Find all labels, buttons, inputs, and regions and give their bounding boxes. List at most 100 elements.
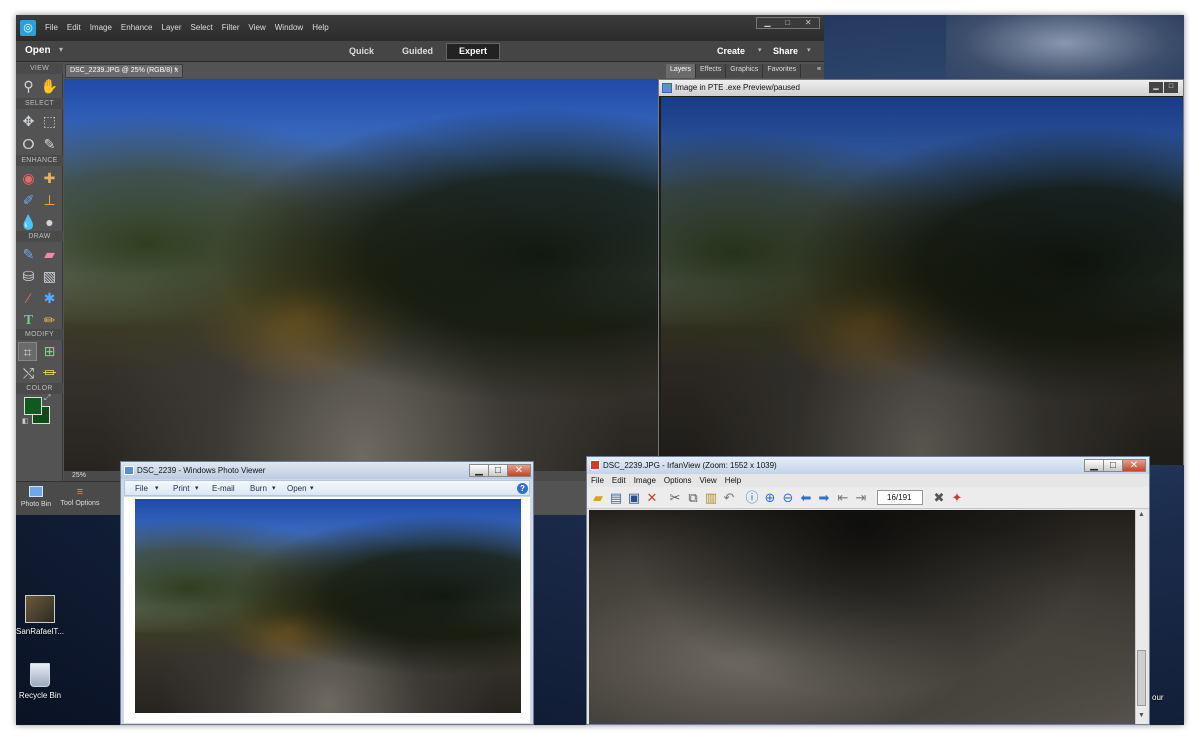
marquee-tool-icon[interactable]: ⬚ (40, 112, 59, 131)
irfan-menu-options[interactable]: Options (664, 476, 692, 485)
wpv-max-button[interactable]: □ (488, 464, 508, 477)
menu-edit[interactable]: Edit (67, 23, 81, 32)
brush-tool-icon[interactable]: ✎ (19, 245, 38, 264)
pencil-tool-icon[interactable]: ✏ (40, 311, 59, 330)
previous-arrow-icon[interactable]: ⬅ (798, 490, 814, 506)
pte-max-button[interactable]: □ (1164, 82, 1178, 93)
photo-bin-button[interactable]: Photo Bin (18, 486, 54, 508)
irfan-menu-help[interactable]: Help (725, 476, 741, 485)
irfan-logo-icon[interactable]: ✦ (949, 490, 965, 506)
panel-menu-icon[interactable]: ≡ (814, 64, 824, 78)
mode-guided[interactable]: Guided (402, 46, 433, 56)
zoom-level[interactable]: 25% (72, 472, 86, 479)
blur-tool-icon[interactable]: 💧 (19, 213, 38, 232)
document-tab[interactable]: DSC_2239.JPG @ 25% (RGB/8) * × (65, 64, 183, 78)
paint-bucket-tool-icon[interactable]: ⛁ (19, 267, 38, 286)
recompose-tool-icon[interactable]: ⊞ (40, 342, 59, 361)
wpv-min-button[interactable]: ▁ (469, 464, 489, 477)
irfan-scrollbar[interactable]: ▲ ▼ (1135, 510, 1147, 724)
gradient-tool-icon[interactable]: ▧ (40, 267, 59, 286)
menu-filter[interactable]: Filter (222, 23, 240, 32)
swap-colors-icon[interactable]: ⤢ (44, 393, 50, 403)
spot-healing-tool-icon[interactable]: ✚ (40, 169, 59, 188)
eyedropper-tool-icon[interactable]: ⁄ (19, 289, 38, 308)
pte-min-button[interactable]: ▁ (1149, 82, 1163, 93)
zoom-out-icon[interactable]: ⊖ (780, 490, 796, 506)
menu-layer[interactable]: Layer (162, 23, 182, 32)
chevron-down-icon[interactable]: ▾ (155, 484, 159, 492)
tool-options-button[interactable]: ≡ Tool Options (56, 486, 104, 507)
custom-shape-tool-icon[interactable]: ✱ (40, 289, 59, 308)
desktop-icon-sanrafael[interactable]: SanRafaelT... (16, 595, 64, 643)
content-aware-move-tool-icon[interactable]: ⤭ (19, 364, 38, 383)
wpv-menu-burn[interactable]: Burn (250, 484, 267, 493)
default-colors-icon[interactable]: ◧ (22, 417, 29, 425)
zoom-tool-icon[interactable]: ⚲ (19, 77, 38, 96)
red-eye-tool-icon[interactable]: ◉ (19, 169, 38, 188)
chevron-down-icon[interactable]: ▾ (758, 46, 762, 54)
menu-file[interactable]: File (45, 23, 58, 32)
first-page-icon[interactable]: ⇤ (835, 490, 851, 506)
chevron-down-icon[interactable]: ▾ (59, 45, 63, 54)
quick-selection-tool-icon[interactable]: ✎ (40, 135, 59, 154)
scroll-down-arrow-icon[interactable]: ▼ (1138, 712, 1145, 719)
zoom-in-icon[interactable]: ⊕ (762, 490, 778, 506)
paste-icon[interactable]: ▥ (703, 490, 719, 506)
irfan-close-button[interactable]: ✕ (1122, 459, 1146, 472)
wpv-menu-print[interactable]: Print (173, 484, 189, 493)
share-button[interactable]: Share (773, 46, 798, 56)
irfan-menu-view[interactable]: View (700, 476, 717, 485)
scroll-up-arrow-icon[interactable]: ▲ (1138, 511, 1145, 518)
menu-select[interactable]: Select (191, 23, 213, 32)
menu-enhance[interactable]: Enhance (121, 23, 153, 32)
slideshow-icon[interactable]: ▤ (608, 490, 624, 506)
irfan-photo[interactable] (589, 510, 1135, 724)
close-button[interactable]: ✕ (805, 18, 812, 28)
hand-tool-icon[interactable]: ✋ (40, 77, 59, 96)
irfan-menu-edit[interactable]: Edit (612, 476, 626, 485)
wpv-menu-file[interactable]: File (135, 484, 148, 493)
irfan-menu-file[interactable]: File (591, 476, 604, 485)
close-tab-icon[interactable]: × (174, 66, 179, 75)
irfan-min-button[interactable]: ▁ (1084, 459, 1104, 472)
menu-help[interactable]: Help (312, 23, 328, 32)
next-arrow-icon[interactable]: ➡ (816, 490, 832, 506)
move-tool-icon[interactable]: ✥ (19, 112, 38, 131)
clone-stamp-tool-icon[interactable]: ⊥ (40, 191, 59, 210)
chevron-down-icon[interactable]: ▾ (310, 484, 314, 492)
document-canvas-photo[interactable] (64, 79, 662, 471)
info-icon[interactable]: ⓘ (744, 490, 760, 506)
straighten-tool-icon[interactable]: ⏛ (40, 364, 59, 383)
crop-tool-icon[interactable]: ⌗ (18, 342, 37, 361)
wpv-menu-email[interactable]: E-mail (212, 484, 235, 493)
tab-effects[interactable]: Effects (696, 64, 727, 78)
type-tool-icon[interactable]: T (19, 311, 38, 330)
mode-quick[interactable]: Quick (349, 46, 374, 56)
menu-view[interactable]: View (249, 23, 266, 32)
undo-icon[interactable]: ↶ (721, 490, 737, 506)
open-folder-icon[interactable]: ▰ (590, 490, 606, 506)
chevron-down-icon[interactable]: ▾ (807, 46, 811, 54)
sponge-tool-icon[interactable]: ● (40, 213, 59, 232)
irfan-max-button[interactable]: □ (1103, 459, 1123, 472)
desktop-icon-recycle-bin[interactable]: Recycle Bin (16, 663, 64, 711)
foreground-color-swatch[interactable] (24, 397, 42, 415)
wpv-photo[interactable] (135, 499, 521, 713)
smart-brush-tool-icon[interactable]: ✐ (19, 191, 38, 210)
properties-icon[interactable]: ✖ (931, 490, 947, 506)
delete-icon[interactable]: ✕ (644, 490, 660, 506)
cut-icon[interactable]: ✂ (667, 490, 683, 506)
wpv-close-button[interactable]: ✕ (507, 464, 531, 477)
help-icon[interactable]: ? (517, 483, 528, 494)
menu-image[interactable]: Image (90, 23, 112, 32)
tab-layers[interactable]: Layers (666, 64, 697, 78)
eraser-tool-icon[interactable]: ▰ (40, 245, 59, 264)
save-icon[interactable]: ▣ (626, 490, 642, 506)
open-button[interactable]: Open (25, 45, 51, 56)
mode-expert[interactable]: Expert (446, 43, 500, 60)
copy-icon[interactable]: ⧉ (685, 490, 701, 506)
minimize-button[interactable]: ▁ (764, 18, 770, 28)
scroll-thumb[interactable] (1137, 650, 1146, 706)
lasso-tool-icon[interactable]: ⵔ (19, 135, 38, 154)
irfan-menu-image[interactable]: Image (634, 476, 656, 485)
